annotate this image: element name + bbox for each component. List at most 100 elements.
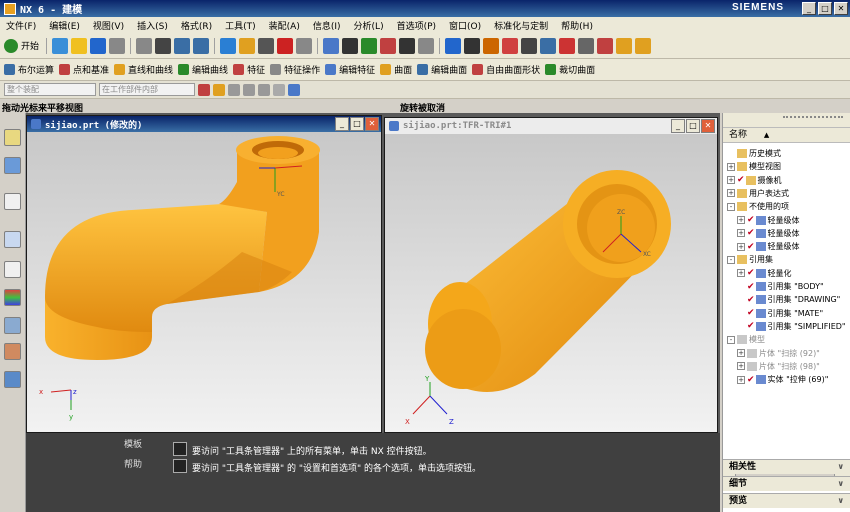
toolbar-manager-icon[interactable] (173, 442, 187, 456)
expand-icon[interactable]: + (727, 189, 735, 198)
feature-group-button[interactable]: 编辑曲面 (431, 63, 467, 76)
viewport-left-maximize-button[interactable]: □ (350, 117, 364, 131)
tree-node[interactable]: + ✔ 轻量级体 (737, 214, 800, 227)
feature-group-button[interactable]: 点和基准 (73, 63, 109, 76)
expand-icon[interactable]: + (727, 176, 735, 185)
feature-group-icon[interactable] (545, 64, 557, 75)
feature-group-button[interactable]: 编辑曲线 (192, 63, 228, 76)
history-icon[interactable] (4, 231, 21, 248)
toolbar-button-icon[interactable] (342, 37, 359, 54)
navigator-column-header[interactable]: 名称 ▲ (723, 128, 850, 143)
expand-icon[interactable]: + (737, 242, 745, 251)
viewport-right-maximize-button[interactable]: □ (686, 119, 700, 133)
tree-node[interactable]: + ✔ 摄像机 (727, 174, 782, 187)
visibility-check-icon[interactable]: ✔ (747, 321, 755, 331)
collapse-icon[interactable]: - (727, 335, 735, 344)
visibility-check-icon[interactable]: ✔ (747, 268, 755, 278)
toolbar-button-icon[interactable] (418, 37, 435, 54)
expand-icon[interactable]: + (737, 362, 745, 371)
snap-icon[interactable] (198, 83, 210, 96)
feature-group-button[interactable]: 特征 (247, 63, 265, 76)
toolbar-button-icon[interactable] (239, 37, 256, 54)
curve-rule-icon[interactable] (228, 83, 240, 96)
visibility-check-icon[interactable]: ✔ (747, 282, 755, 292)
toolbar-button-icon[interactable] (136, 37, 153, 54)
visibility-check-icon[interactable]: ✔ (747, 215, 755, 225)
toolbar-button-icon[interactable] (220, 37, 237, 54)
viewport-left-minimize-button[interactable]: _ (335, 117, 349, 131)
tree-node[interactable]: + 用户表达式 (727, 187, 789, 200)
tree-node[interactable]: - 不使用的项 (727, 200, 789, 213)
feature-group-icon[interactable] (178, 64, 190, 75)
menu-item[interactable]: 插入(S) (137, 19, 168, 32)
menu-item[interactable]: 分析(L) (354, 19, 384, 32)
tree-node[interactable]: 历史模式 (727, 147, 781, 160)
expand-icon[interactable]: + (737, 269, 745, 278)
expand-icon[interactable]: + (727, 162, 735, 171)
tree-node[interactable]: + 模型视图 (727, 160, 781, 173)
viewport-left-close-button[interactable]: ✕ (365, 117, 379, 131)
toolbar-button-icon[interactable] (521, 37, 538, 54)
feature-group-icon[interactable] (472, 64, 484, 75)
tree-node[interactable]: + ✔ 轻量化 (737, 267, 792, 280)
tree-node[interactable]: ✔ 引用集 "MATE" (737, 307, 823, 320)
pipe-model-right[interactable]: ZC XC X Z Y (385, 134, 717, 432)
section-preview[interactable]: 预览 ∨ (723, 493, 850, 508)
expand-icon[interactable]: + (737, 349, 745, 357)
tree-node[interactable]: - 引用集 (727, 253, 773, 266)
toolbar-button-icon[interactable] (71, 37, 88, 54)
section-details[interactable]: 细节 ∨ (723, 476, 850, 491)
feature-group-icon[interactable] (417, 64, 429, 75)
constraint-navigator-icon[interactable] (4, 157, 21, 174)
tree-node[interactable]: + ✔ 轻量级体 (737, 240, 800, 253)
toolbar-button-icon[interactable] (597, 37, 614, 54)
toolbar-button-icon[interactable] (616, 37, 633, 54)
menu-item[interactable]: 格式(R) (181, 19, 212, 32)
close-button[interactable]: ✕ (834, 2, 848, 15)
toolbar-button-icon[interactable] (380, 37, 397, 54)
toolbar-button-icon[interactable] (445, 37, 462, 54)
section-dependencies[interactable]: 相关性 ∨ (723, 459, 850, 474)
feature-group-icon[interactable] (233, 64, 245, 75)
toolbar-button-icon[interactable] (258, 37, 275, 54)
menu-item[interactable]: 工具(T) (225, 19, 256, 32)
cube-icon[interactable] (288, 83, 300, 96)
toolbar-button-icon[interactable] (635, 37, 652, 54)
toolbar-button-icon[interactable] (559, 37, 576, 54)
feature-group-button[interactable]: 曲面 (394, 63, 412, 76)
visibility-check-icon[interactable]: ✔ (747, 295, 755, 305)
palette-icon[interactable] (4, 289, 21, 306)
toolbar-button-icon[interactable] (109, 37, 126, 54)
chain-icon[interactable] (243, 83, 255, 96)
start-button[interactable]: 开始 (21, 39, 39, 52)
assembly-navigator-icon[interactable] (4, 129, 21, 146)
visualization-icon[interactable] (4, 371, 21, 388)
menu-item[interactable]: 编辑(E) (49, 19, 80, 32)
tree-node[interactable]: ✔ 引用集 "SIMPLIFIED" (737, 320, 846, 333)
reuse-library-icon[interactable] (4, 261, 21, 278)
tree-node[interactable]: + ✔ 轻量级体 (737, 227, 800, 240)
feature-group-button[interactable]: 裁切曲面 (559, 63, 595, 76)
point-icon[interactable] (213, 83, 225, 96)
collapse-icon[interactable]: - (727, 202, 735, 211)
viewport-right-minimize-button[interactable]: _ (671, 119, 685, 133)
pipe-model-left[interactable]: YC x z y (27, 132, 381, 432)
toolbar-button-icon[interactable] (361, 37, 378, 54)
visibility-check-icon[interactable]: ✔ (737, 175, 745, 185)
feature-group-icon[interactable] (114, 64, 126, 75)
toolbar-button-icon[interactable] (578, 37, 595, 54)
menu-item[interactable]: 装配(A) (269, 19, 300, 32)
menu-item[interactable]: 文件(F) (6, 19, 36, 32)
scope-combo[interactable]: 在工作部件内部 (99, 83, 195, 96)
minimize-button[interactable]: _ (802, 2, 816, 15)
expand-icon[interactable]: + (737, 216, 745, 224)
toolbar-button-icon[interactable] (296, 37, 313, 54)
expand-icon[interactable]: + (737, 375, 745, 384)
menu-item[interactable]: 窗口(O) (449, 19, 481, 32)
visibility-check-icon[interactable]: ✔ (747, 375, 755, 385)
toolbar-button-icon[interactable] (52, 37, 69, 54)
menu-item[interactable]: 视图(V) (93, 19, 124, 32)
type-filter-combo[interactable]: 整个装配 (4, 83, 96, 96)
feature-group-button[interactable]: 自由曲面形状 (486, 63, 540, 76)
toolbar-button-icon[interactable] (90, 37, 107, 54)
